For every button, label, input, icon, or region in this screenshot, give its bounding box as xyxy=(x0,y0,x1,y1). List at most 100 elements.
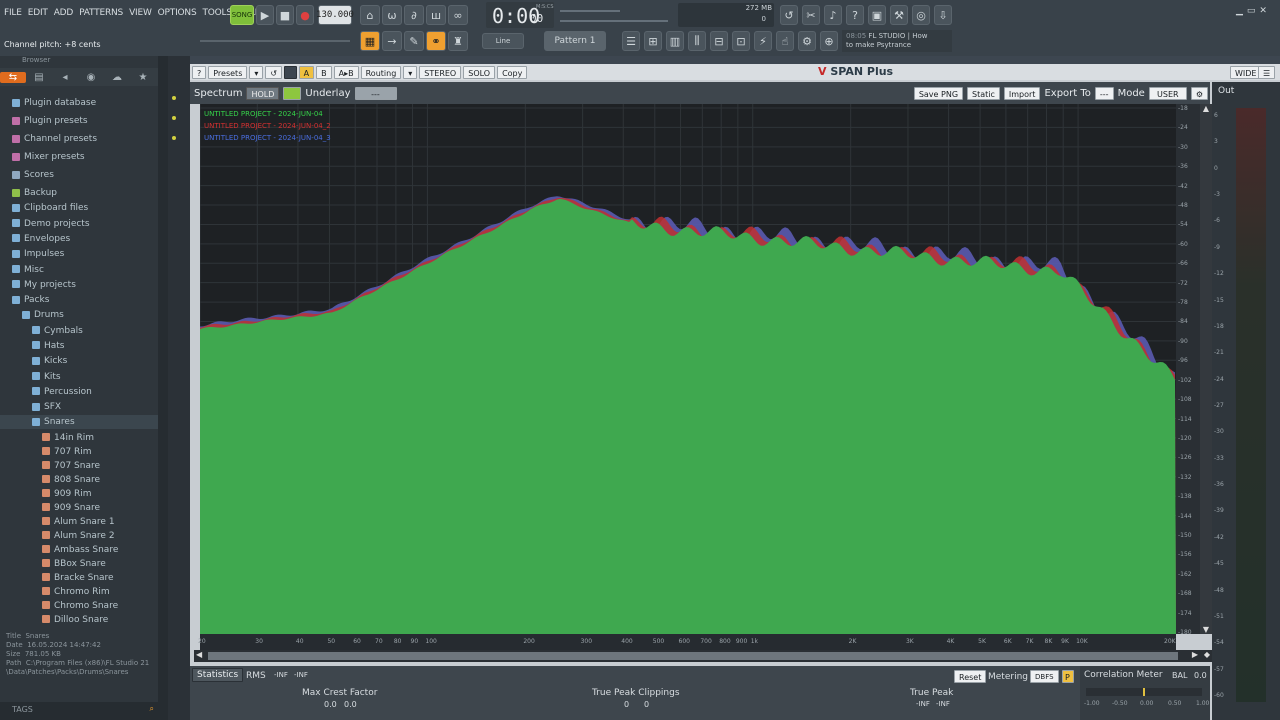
plugin-titlebar[interactable] xyxy=(190,56,1280,64)
solo-button[interactable]: SOLO xyxy=(463,65,496,79)
playlist-icon[interactable]: ☰ xyxy=(622,31,640,51)
browser-item[interactable]: 808 Snare xyxy=(0,473,100,487)
import-button[interactable]: Import xyxy=(1003,86,1041,100)
wide-button[interactable]: WIDE xyxy=(1230,66,1262,79)
browser-item[interactable]: Packs xyxy=(0,293,49,307)
plugin-help-button[interactable]: ? xyxy=(192,65,207,79)
scroll-thumb[interactable] xyxy=(208,652,1178,660)
browser-item[interactable]: Plugin database xyxy=(0,96,96,110)
cut-icon[interactable]: ✂ xyxy=(802,5,820,25)
browser-item[interactable]: Demo projects xyxy=(0,217,90,231)
browser-item[interactable]: Ambass Snare xyxy=(0,543,118,557)
browser-item[interactable]: Clipboard files xyxy=(0,201,88,215)
menu-file[interactable]: FILE xyxy=(4,8,22,18)
browser-scrollbar[interactable] xyxy=(158,56,168,720)
record-icon[interactable]: ● xyxy=(296,5,314,25)
statistics-tab[interactable]: Statistics xyxy=(192,668,244,682)
countdown-icon[interactable]: ω xyxy=(382,5,402,25)
pin-icon[interactable]: P xyxy=(1062,670,1074,683)
touch-icon[interactable]: ☝ xyxy=(776,31,794,51)
arrow-icon[interactable]: → xyxy=(382,31,402,51)
browser-item[interactable]: Alum Snare 1 xyxy=(0,515,115,529)
scroll-left-icon[interactable]: ◀ xyxy=(196,650,202,659)
tool-icon[interactable]: ⚙ xyxy=(798,31,816,51)
save-png-button[interactable]: Save PNG xyxy=(913,86,964,100)
browser-item[interactable]: Bracke Snare xyxy=(0,571,114,585)
reset-icon[interactable]: ↺ xyxy=(265,65,283,79)
browser-item[interactable]: Chromo Snare xyxy=(0,599,118,613)
settings-gear-icon[interactable]: ⚙ xyxy=(1190,86,1208,100)
browser-item[interactable]: 909 Snare xyxy=(0,501,100,515)
browser-item[interactable]: 707 Snare xyxy=(0,459,100,473)
scroll-right-icon[interactable]: ▶ xyxy=(1192,650,1198,659)
browser-item[interactable]: Backup xyxy=(0,186,57,200)
routing-button[interactable]: Routing xyxy=(360,65,402,79)
browser-item[interactable]: SFX xyxy=(0,400,61,414)
pattern-selector[interactable]: Pattern 1 xyxy=(544,31,606,51)
menu-tools[interactable]: TOOLS xyxy=(202,8,232,18)
download-icon[interactable]: ⇩ xyxy=(934,5,952,25)
underlay-selector[interactable]: --- xyxy=(354,86,397,100)
browser-tab-cloud-icon[interactable]: ☁ xyxy=(104,72,130,83)
browser-item[interactable]: Scores xyxy=(0,168,54,182)
copy-a-to-b-button[interactable]: A▸B xyxy=(333,65,359,79)
play-icon[interactable]: ▶ xyxy=(256,5,274,25)
piano-roll-icon[interactable]: ⊞ xyxy=(644,31,662,51)
mixer-icon[interactable]: ⫼ xyxy=(688,31,706,51)
cart-icon[interactable]: ⊕ xyxy=(820,31,838,51)
browser-item[interactable]: 707 Rim xyxy=(0,445,92,459)
browser-item[interactable]: Envelopes xyxy=(0,232,70,246)
browser-tab-search-icon[interactable]: ◉ xyxy=(78,72,104,83)
menu-patterns[interactable]: PATTERNS xyxy=(79,8,123,18)
window-controls[interactable]: ▁▭✕ xyxy=(1236,6,1271,16)
step-icon[interactable]: ш xyxy=(426,5,446,25)
time-display[interactable]: 0:00 00 M:S:CS xyxy=(486,2,554,28)
browser-item[interactable]: 14in Rim xyxy=(0,431,94,445)
menu-options[interactable]: OPTIONS xyxy=(158,8,197,18)
browser-tab-all-icon[interactable]: ⇆ xyxy=(0,71,26,83)
browser-item[interactable]: Dilloo Snare xyxy=(0,613,108,627)
bypass-button[interactable] xyxy=(284,65,297,79)
chat-icon[interactable]: ◎ xyxy=(912,5,930,25)
db-scrollbar[interactable]: ▲ ▼ xyxy=(1200,104,1212,634)
browser-item[interactable]: 909 Rim xyxy=(0,487,92,501)
menu-edit[interactable]: EDIT xyxy=(28,8,48,18)
browser-item[interactable]: Drums xyxy=(0,308,64,322)
browser-item[interactable]: Alum Snare 2 xyxy=(0,529,115,543)
browser-item[interactable]: Impulses xyxy=(0,247,64,261)
browser-item[interactable]: Snares xyxy=(0,415,158,430)
frequency-scrollbar[interactable]: ◀ ▶ ◆ xyxy=(194,650,1212,662)
browser-item[interactable]: Kicks xyxy=(0,354,67,368)
spectrum-graph[interactable]: UNTITLED PROJECT - 2024-JUN-04 UNTITLED P… xyxy=(199,104,1176,634)
static-button[interactable]: Static xyxy=(967,86,1000,100)
snap-selector[interactable]: Line xyxy=(482,33,524,49)
presets-button[interactable]: Presets xyxy=(208,65,248,79)
browser-item[interactable]: Cymbals xyxy=(0,324,83,338)
stamp-icon[interactable]: ♜ xyxy=(448,31,468,51)
master-pitch-slider[interactable] xyxy=(560,20,668,22)
reset-button[interactable]: Reset xyxy=(954,670,987,683)
metering-selector[interactable]: DBFS xyxy=(1030,670,1059,683)
plugin-picker-icon[interactable]: ⊟ xyxy=(710,31,728,51)
stop-icon[interactable]: ■ xyxy=(276,5,294,25)
browser-item[interactable]: Mixer presets xyxy=(0,150,85,164)
browser-item[interactable]: Chromo Rim xyxy=(0,585,110,599)
tempo-display[interactable]: 130.000 xyxy=(316,5,354,25)
browser-item[interactable]: My projects xyxy=(0,278,76,292)
stereo-button[interactable]: STEREO xyxy=(419,65,462,79)
hold-indicator[interactable] xyxy=(283,86,302,100)
hold-button[interactable]: HOLD xyxy=(246,86,280,100)
save-icon[interactable]: ▣ xyxy=(868,5,886,25)
browser-item[interactable]: Misc xyxy=(0,263,44,277)
browser-tab-files-icon[interactable]: ▤ xyxy=(26,72,52,83)
link-icon[interactable]: ⚭ xyxy=(426,31,446,51)
master-volume-slider[interactable] xyxy=(560,10,620,12)
channel-rack-icon[interactable]: ▥ xyxy=(666,31,684,51)
browser-item[interactable]: Kits xyxy=(0,370,61,384)
browser-item[interactable]: Hats xyxy=(0,339,65,353)
mic-icon[interactable]: ♪ xyxy=(824,5,842,25)
browser-item[interactable]: Percussion xyxy=(0,385,92,399)
loop-record-icon[interactable]: ∞ xyxy=(448,5,468,25)
search-icon[interactable]: ⌕ xyxy=(150,704,154,714)
browser-item[interactable]: Channel presets xyxy=(0,132,97,146)
